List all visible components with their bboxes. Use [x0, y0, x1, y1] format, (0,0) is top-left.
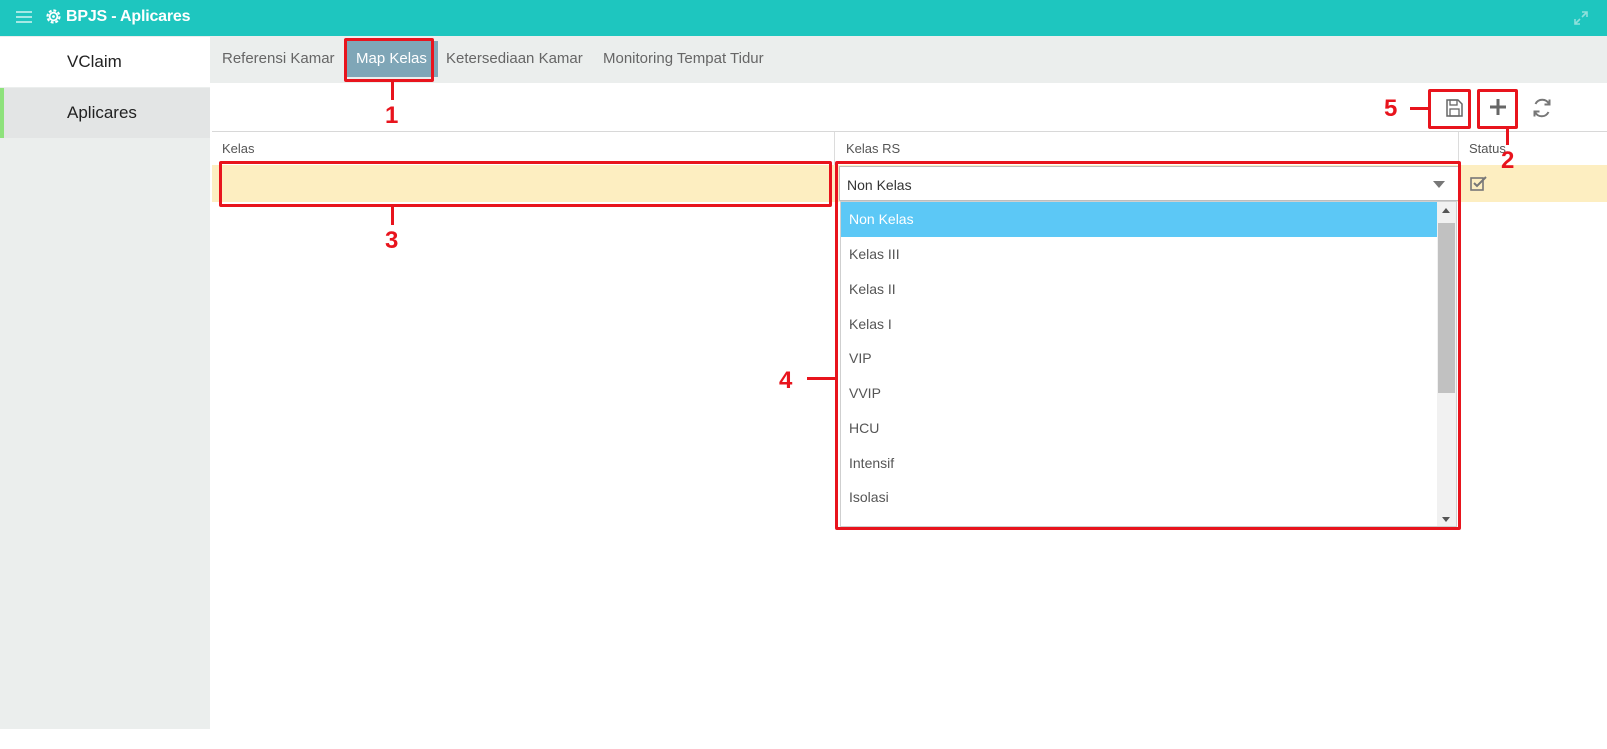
annotation-label-2: 2: [1501, 147, 1515, 174]
column-header-kelas: Kelas: [222, 141, 255, 156]
refresh-icon[interactable]: [1524, 91, 1560, 125]
tab-ketersediaan-kamar[interactable]: Ketersediaan Kamar: [446, 50, 583, 67]
toolbar: [210, 83, 1607, 131]
hamburger-menu-icon[interactable]: [16, 11, 32, 24]
gear-icon: [46, 9, 61, 24]
annotation-leader-5: [1410, 107, 1428, 110]
annotation-box-2: [1477, 89, 1518, 129]
grid-header: Kelas Kelas RS Status: [212, 131, 1607, 166]
annotation-box-3: [219, 161, 832, 207]
title-bar: BPJS - Aplicares: [0, 0, 1607, 36]
column-header-kelas-rs: Kelas RS: [846, 141, 901, 156]
page-footer-space: [0, 729, 1607, 749]
annotation-label-3: 3: [385, 227, 399, 254]
status-checkbox-icon[interactable]: [1470, 175, 1488, 191]
annotation-box-5: [1428, 89, 1471, 129]
annotation-label-5: 5: [1384, 95, 1398, 122]
annotation-leader-2: [1506, 129, 1509, 145]
annotation-leader-4: [807, 377, 835, 380]
annotation-leader-3: [391, 207, 394, 225]
app-title: BPJS - Aplicares: [66, 8, 191, 25]
sidebar-item-aplicares[interactable]: Aplicares: [0, 88, 210, 138]
annotation-label-4: 4: [779, 367, 793, 394]
annotation-leader-1: [391, 82, 394, 100]
expand-icon[interactable]: [1573, 10, 1589, 26]
annotation-label-1: 1: [385, 102, 399, 129]
annotation-box-1: [344, 38, 434, 82]
annotation-box-4: [835, 161, 1461, 530]
tab-monitoring-tempat-tidur[interactable]: Monitoring Tempat Tidur: [603, 50, 764, 67]
sidebar-item-vclaim[interactable]: VClaim: [0, 37, 210, 87]
tab-referensi-kamar[interactable]: Referensi Kamar: [222, 50, 335, 67]
sidebar: VClaim Aplicares: [0, 36, 210, 729]
